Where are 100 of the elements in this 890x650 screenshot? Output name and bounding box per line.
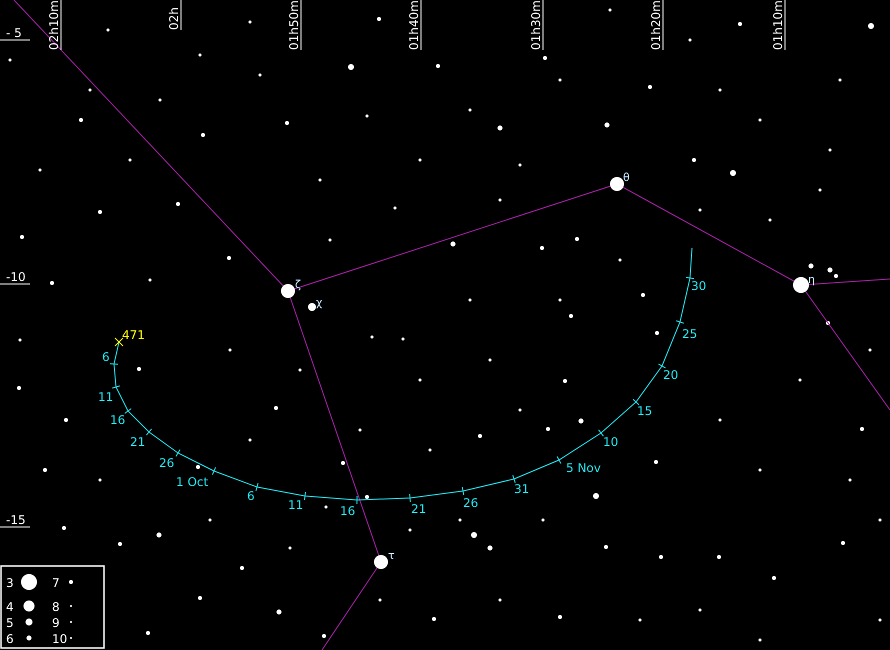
date-label: 10 <box>603 435 618 449</box>
date-label: 30 <box>691 279 706 293</box>
star-dot-icon <box>328 238 332 242</box>
star-dot-icon <box>558 78 562 82</box>
declination-label: - 5 <box>6 26 22 40</box>
star-label: η <box>808 273 815 286</box>
object-label: 471 <box>122 328 145 342</box>
star-dot-icon <box>618 258 622 262</box>
date-label: 6 <box>247 489 255 503</box>
star-dot-icon <box>468 298 472 302</box>
star-dot-icon <box>288 546 292 550</box>
star-label: θ <box>623 171 630 184</box>
star-dot-icon <box>436 64 440 68</box>
star-dot-icon <box>604 122 610 128</box>
star-dot-icon <box>285 121 289 125</box>
star-dot-icon <box>156 532 162 538</box>
star-dot-icon <box>798 378 802 382</box>
star-dot-icon <box>717 555 721 559</box>
star-dot-icon <box>878 618 882 622</box>
star-dot-icon <box>542 518 544 522</box>
star-dot-icon <box>8 58 12 62</box>
star-dot-icon <box>768 218 772 222</box>
date-label: 16 <box>110 413 126 427</box>
star-dot-icon <box>758 468 762 472</box>
magnitude-label: 3 <box>6 576 14 590</box>
star-dot-icon <box>518 164 522 166</box>
star-dot-icon <box>838 78 842 82</box>
tick-mark <box>556 456 562 464</box>
star-dot-icon <box>655 331 659 335</box>
star-dot-icon <box>558 298 562 302</box>
star-dot-icon <box>826 321 830 325</box>
star-dot-icon <box>868 348 872 352</box>
tick-mark <box>409 494 411 502</box>
declination-label: -10 <box>6 270 26 284</box>
date-label: 11 <box>288 498 304 512</box>
star-dot-icon <box>274 406 278 410</box>
date-label: 21 <box>411 502 426 516</box>
star-dot-icon <box>370 336 374 338</box>
star-dot-icon <box>318 178 322 182</box>
star-dot-icon <box>608 8 612 12</box>
star-dot-icon <box>208 518 212 522</box>
star-dot-icon <box>394 206 396 210</box>
date-label: 11 <box>98 390 114 404</box>
star-dot-icon <box>518 408 522 412</box>
date-label: 15 <box>637 404 652 418</box>
tick-mark <box>598 429 604 437</box>
star-dot-icon <box>808 264 814 268</box>
star-dot-icon <box>458 518 462 522</box>
star-dot-icon <box>198 596 202 600</box>
star-dot-icon <box>828 148 832 152</box>
ra-label: 01h30m <box>529 0 543 50</box>
star-dot-icon <box>198 54 202 56</box>
star-dot-icon <box>366 114 368 118</box>
star-dot-icon <box>718 418 722 422</box>
star-dot-icon <box>718 88 722 92</box>
star-dot-icon <box>98 210 102 214</box>
star-dot-icon <box>758 638 762 642</box>
star-dot-icon <box>450 242 456 246</box>
star-dot-icon <box>258 74 262 76</box>
star-dot-icon <box>498 198 502 202</box>
star-dot-icon <box>578 418 584 424</box>
date-label: 31 <box>514 482 530 496</box>
tick-mark <box>512 474 516 484</box>
magnitude-label: 4 <box>6 600 14 614</box>
star-dot-icon <box>18 338 22 342</box>
star-dot-icon <box>62 526 66 530</box>
date-label: 1 Oct <box>176 475 208 489</box>
star-dot-icon <box>106 28 110 32</box>
star-dot-icon <box>38 168 42 172</box>
star-dot-icon <box>471 532 477 538</box>
tick-mark <box>686 276 694 280</box>
date-label: 26 <box>463 496 478 510</box>
star-dot-icon <box>50 281 54 285</box>
star-dot-icon <box>692 158 696 162</box>
tick-mark <box>676 320 684 324</box>
star-dot-icon <box>137 367 141 371</box>
star-dot-icon <box>641 293 645 297</box>
magnitude-label: 5 <box>6 616 14 630</box>
star-dot-icon <box>98 478 102 482</box>
star-dot-icon <box>604 545 608 549</box>
star-dot-icon <box>698 208 702 212</box>
star-dot-icon <box>418 378 422 382</box>
date-label: 21 <box>130 435 146 449</box>
tick-mark <box>658 364 666 368</box>
star-dot-icon <box>841 541 845 545</box>
star-dot-icon <box>88 88 92 92</box>
star-dot-icon <box>378 598 382 602</box>
star-dot-icon <box>408 528 412 532</box>
star-dot-icon <box>118 542 122 546</box>
star-dot-icon <box>341 461 345 465</box>
star-dot-icon <box>248 20 252 24</box>
star-dot-icon <box>432 617 436 621</box>
star-dot-icon <box>365 495 369 499</box>
ra-label: 01h10m <box>771 0 785 50</box>
star-dot-icon <box>546 427 550 431</box>
star-dot-icon <box>593 493 599 499</box>
star-dot-icon <box>772 576 776 580</box>
star-dot-icon <box>20 235 24 239</box>
star-dot-icon <box>228 348 232 352</box>
star-label: ζ <box>295 278 301 291</box>
